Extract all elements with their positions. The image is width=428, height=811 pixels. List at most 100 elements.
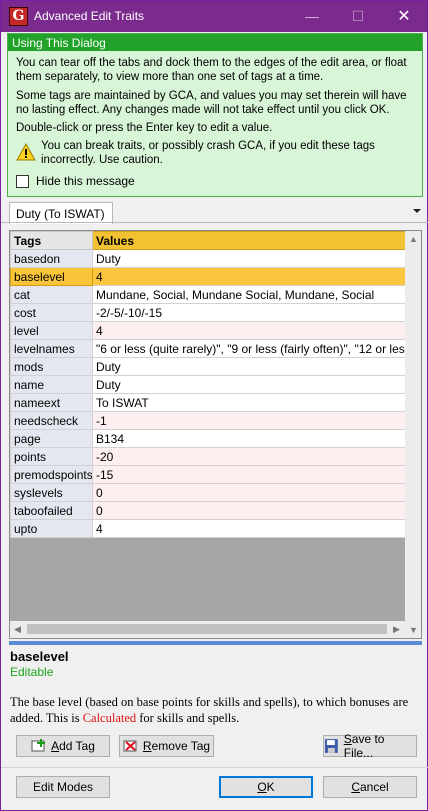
footer-divider <box>1 767 428 768</box>
tag-value-cell[interactable]: -20 <box>92 447 406 466</box>
help-heading: Using This Dialog <box>8 34 422 51</box>
warning-text: You can break traits, or possibly crash … <box>41 140 375 166</box>
save-to-file-label: Save to File... <box>343 732 385 760</box>
tags-column-header[interactable]: Tags <box>10 231 93 250</box>
table-row[interactable]: cost -2/-5/-10/-15 <box>10 303 406 322</box>
calculated-keyword: Calculated <box>82 711 137 725</box>
table-row[interactable]: page B134 <box>10 429 406 448</box>
table-row[interactable]: cat Mundane, Social, Mundane Social, Mund… <box>10 285 406 304</box>
scroll-up-arrow-icon[interactable]: ▲ <box>409 234 418 244</box>
tag-value-cell[interactable]: Duty <box>92 375 406 394</box>
tag-name-cell[interactable]: mods <box>10 357 93 376</box>
ok-button[interactable]: OK <box>219 776 313 798</box>
table-row[interactable]: nameext To ISWAT <box>10 393 406 412</box>
ok-label: OK <box>257 780 275 794</box>
scroll-right-arrow-icon[interactable]: ▶ <box>393 624 400 635</box>
tag-name-cell[interactable]: cat <box>10 285 93 304</box>
tab-bar: Duty (To ISWAT) <box>7 202 423 224</box>
tag-value-cell[interactable]: -2/-5/-10/-15 <box>92 303 406 322</box>
tag-value-cell[interactable]: 4 <box>92 267 406 286</box>
tag-name-cell[interactable]: points <box>10 447 93 466</box>
tag-name-cell[interactable]: baselevel <box>10 267 93 286</box>
tab-duty[interactable]: Duty (To ISWAT) <box>9 202 113 224</box>
add-tag-icon <box>31 739 46 752</box>
tag-name-cell[interactable]: page <box>10 429 93 448</box>
tab-divider <box>1 222 428 223</box>
tag-name-cell[interactable]: syslevels <box>10 483 93 502</box>
help-paragraph-tags: Some tags are maintained by GCA, and val… <box>16 90 407 116</box>
tab-dropdown-icon[interactable] <box>411 205 423 217</box>
minimize-button[interactable]: — <box>289 1 335 32</box>
help-paragraph-edit: Double-click or press the Enter key to e… <box>16 122 273 134</box>
close-button[interactable]: ✕ <box>381 1 427 32</box>
tag-value-cell[interactable]: "6 or less (quite rarely)", "9 or less (… <box>92 339 406 358</box>
cancel-label: Cancel <box>351 780 389 794</box>
tag-name-cell[interactable]: premodspoints <box>10 465 93 484</box>
table-row[interactable]: points -20 <box>10 447 406 466</box>
tag-value-cell[interactable]: To ISWAT <box>92 393 406 412</box>
tags-grid: Tags Values basedon Duty baselevel 4 cat Mund… <box>9 230 422 639</box>
tag-value-cell[interactable]: -1 <box>92 411 406 430</box>
tag-value-cell[interactable]: 0 <box>92 501 406 520</box>
table-row[interactable]: levelnames "6 or less (quite rarely)", "9… <box>10 339 406 358</box>
title-bar[interactable]: G Advanced Edit Traits — ☐ ✕ <box>1 1 427 32</box>
table-row[interactable]: mods Duty <box>10 357 406 376</box>
tag-value-cell[interactable]: Duty <box>92 249 406 268</box>
cancel-button[interactable]: Cancel <box>323 776 417 798</box>
add-tag-label: Add Tag <box>51 739 95 753</box>
table-row[interactable]: baselevel 4 <box>10 267 406 286</box>
tag-value-cell[interactable]: Mundane, Social, Mundane Social, Mundane… <box>92 285 406 304</box>
horizontal-scroll-thumb[interactable] <box>27 624 387 634</box>
tag-value-cell[interactable]: -15 <box>92 465 406 484</box>
tag-name-cell[interactable]: cost <box>10 303 93 322</box>
table-row[interactable]: taboofailed 0 <box>10 501 406 520</box>
grid-body: basedon Duty baselevel 4 cat Mundane, Social,… <box>10 249 406 538</box>
tag-value-cell[interactable]: Duty <box>92 357 406 376</box>
tag-value-cell[interactable]: B134 <box>92 429 406 448</box>
grid-header-row: Tags Values <box>10 231 406 250</box>
table-row[interactable]: level 4 <box>10 321 406 340</box>
remove-tag-icon <box>123 740 137 752</box>
horizontal-scrollbar[interactable]: ◀ ▶ <box>10 621 405 638</box>
add-tag-button[interactable]: Add Tag <box>16 735 110 757</box>
hide-message-checkbox[interactable] <box>16 174 29 188</box>
scroll-down-arrow-icon[interactable]: ▼ <box>409 625 418 635</box>
vertical-scrollbar[interactable]: ▲ ▼ <box>405 231 421 638</box>
table-row[interactable]: name Duty <box>10 375 406 394</box>
hide-message-label[interactable]: Hide this message <box>36 174 135 188</box>
help-paragraph-tabs: You can tear off the tabs and dock them … <box>16 57 407 83</box>
tag-name-cell[interactable]: upto <box>10 519 93 538</box>
tag-name-cell[interactable]: taboofailed <box>10 501 93 520</box>
edit-modes-button[interactable]: Edit Modes <box>16 776 110 798</box>
table-row[interactable]: basedon Duty <box>10 249 406 268</box>
description-text-end: for skills and spells. <box>136 711 240 725</box>
table-row[interactable]: premodspoints -15 <box>10 465 406 484</box>
tag-name-cell[interactable]: nameext <box>10 393 93 412</box>
remove-tag-label: Remove Tag <box>142 739 211 753</box>
scroll-left-arrow-icon[interactable]: ◀ <box>14 624 21 635</box>
values-column-header[interactable]: Values <box>92 231 406 250</box>
table-row[interactable]: upto 4 <box>10 519 406 538</box>
remove-tag-button[interactable]: Remove Tag <box>119 735 214 757</box>
save-to-file-button[interactable]: Save to File... <box>323 732 417 760</box>
table-row[interactable]: needscheck -1 <box>10 411 406 430</box>
app-icon: G <box>9 7 28 26</box>
tag-value-cell[interactable]: 4 <box>92 519 406 538</box>
tag-value-cell[interactable]: 0 <box>92 483 406 502</box>
maximize-button[interactable]: ☐ <box>335 1 381 32</box>
tag-name-cell[interactable]: needscheck <box>10 411 93 430</box>
window-title: Advanced Edit Traits <box>34 9 145 23</box>
hide-message-option[interactable]: Hide this message <box>16 174 135 188</box>
tag-name-cell[interactable]: basedon <box>10 249 93 268</box>
tag-name-cell[interactable]: level <box>10 321 93 340</box>
warning-icon <box>16 143 36 161</box>
table-row[interactable]: syslevels 0 <box>10 483 406 502</box>
advanced-edit-traits-window: G Advanced Edit Traits — ☐ ✕ Using This … <box>0 0 428 811</box>
floppy-disk-icon <box>324 739 338 753</box>
panel-splitter[interactable] <box>9 641 422 645</box>
selected-tag-status: Editable <box>10 665 54 679</box>
tag-name-cell[interactable]: name <box>10 375 93 394</box>
selected-tag-description: The base level (based on base points for… <box>10 694 415 726</box>
tag-name-cell[interactable]: levelnames <box>10 339 93 358</box>
tag-value-cell[interactable]: 4 <box>92 321 406 340</box>
